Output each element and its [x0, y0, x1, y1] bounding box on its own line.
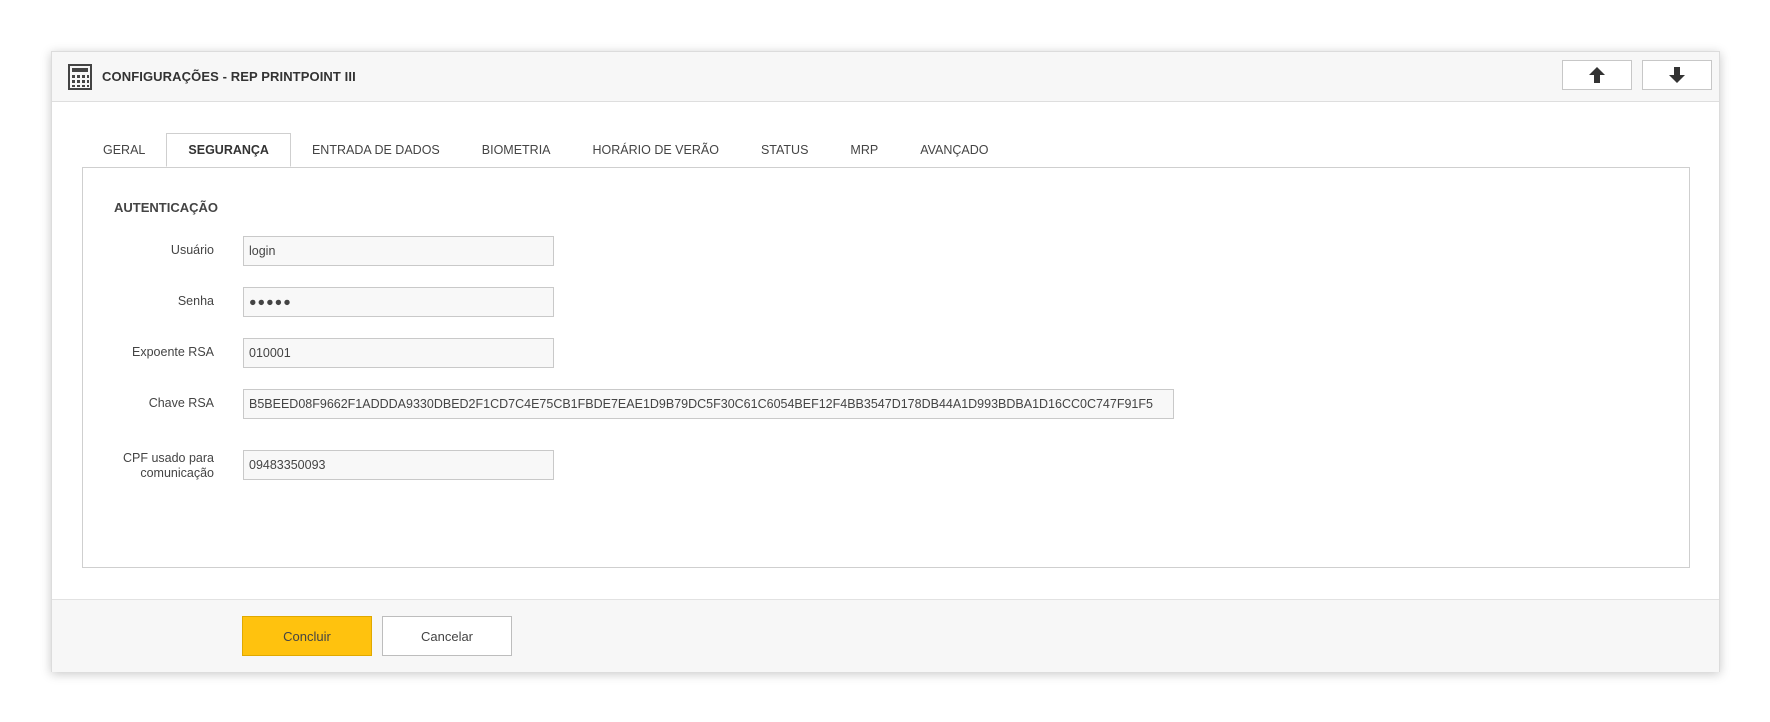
chave-rsa-field[interactable]: B5BEED08F9662F1ADDDA9330DBED2F1CD7C4E75C…: [243, 389, 1174, 419]
cancelar-button[interactable]: Cancelar: [382, 616, 512, 656]
senha-field[interactable]: ●●●●●: [243, 287, 554, 317]
tab-geral[interactable]: GERAL: [82, 133, 166, 167]
tab-mrp[interactable]: MRP: [829, 133, 899, 167]
tab-biometria[interactable]: BIOMETRIA: [461, 133, 572, 167]
tab-bar: GERAL SEGURANÇA ENTRADA DE DADOS BIOMETR…: [82, 133, 1010, 167]
cpf-field[interactable]: 09483350093: [243, 450, 554, 480]
section-title: AUTENTICAÇÃO: [114, 200, 218, 215]
usuario-field[interactable]: login: [243, 236, 554, 266]
arrow-up-icon: [1589, 67, 1605, 83]
cpf-label: CPF usado para comunicação: [123, 451, 214, 481]
calculator-icon: [68, 64, 92, 90]
tab-status[interactable]: STATUS: [740, 133, 829, 167]
tab-panel-seguranca: AUTENTICAÇÃO Usuário login Senha ●●●●● E…: [82, 167, 1690, 568]
dialog-title: CONFIGURAÇÕES - REP PRINTPOINT III: [102, 69, 356, 84]
cpf-label-line1: CPF usado para: [122, 451, 214, 465]
cpf-label-line2: comunicação: [140, 466, 214, 480]
move-down-button[interactable]: [1642, 60, 1712, 90]
expoente-rsa-label: Expoente RSA: [132, 345, 214, 359]
tab-seguranca[interactable]: SEGURANÇA: [166, 133, 291, 167]
arrow-down-icon: [1669, 67, 1685, 83]
dialog-header: CONFIGURAÇÕES - REP PRINTPOINT III: [52, 52, 1719, 102]
dialog-footer: Concluir Cancelar: [52, 599, 1719, 672]
tab-avancado[interactable]: AVANÇADO: [899, 133, 1009, 167]
senha-label: Senha: [177, 294, 214, 308]
usuario-label: Usuário: [170, 243, 214, 257]
settings-dialog: CONFIGURAÇÕES - REP PRINTPOINT III GERAL…: [51, 51, 1720, 672]
tab-entrada-de-dados[interactable]: ENTRADA DE DADOS: [291, 133, 461, 167]
move-up-button[interactable]: [1562, 60, 1632, 90]
tab-horario-de-verao[interactable]: HORÁRIO DE VERÃO: [572, 133, 740, 167]
expoente-rsa-field[interactable]: 010001: [243, 338, 554, 368]
chave-rsa-label: Chave RSA: [148, 396, 214, 410]
concluir-button[interactable]: Concluir: [242, 616, 372, 656]
